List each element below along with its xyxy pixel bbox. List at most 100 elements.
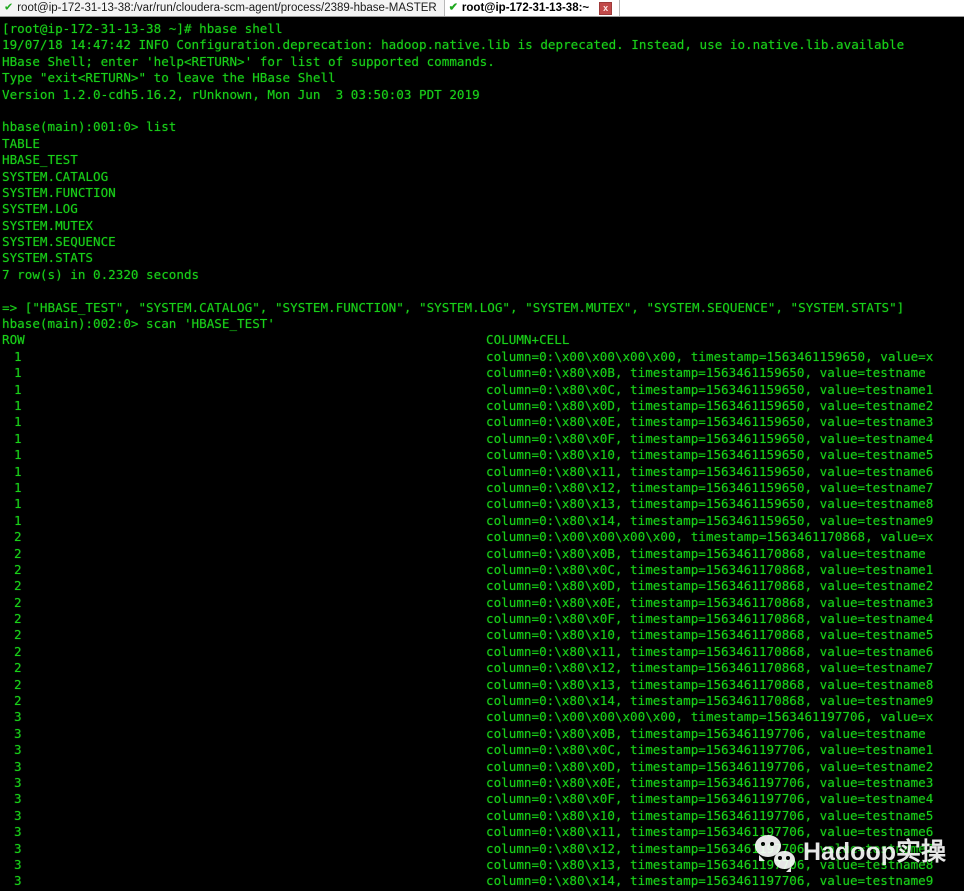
scan-result-row: 2 column=0:\x80\x10, timestamp=1563461170… [2, 627, 964, 643]
scan-result-row: 2 column=0:\x80\x0E, timestamp=1563461170… [2, 595, 964, 611]
terminal-tab-bar: ✔ root@ip-172-31-13-38:/var/run/cloudera… [0, 0, 964, 17]
terminal-line: SYSTEM.LOG [2, 201, 78, 217]
scan-row-key: 3 [14, 742, 22, 758]
scan-row-cell: column=0:\x80\x0D, timestamp=15634611977… [486, 758, 934, 774]
scan-row-cell: column=0:\x80\x12, timestamp=15634611708… [486, 660, 934, 676]
scan-row-key: 2 [14, 578, 22, 594]
scan-row-cell: column=0:\x80\x0C, timestamp=15634611596… [486, 381, 934, 397]
terminal-line: SYSTEM.CATALOG [2, 168, 109, 184]
scan-result-row: 3 column=0:\x00\x00\x00\x00, timestamp=15… [2, 709, 964, 725]
scan-row-cell: column=0:\x80\x14, timestamp=15634611596… [486, 512, 934, 528]
scan-row-key: 3 [14, 824, 22, 840]
scan-row-key: 2 [14, 627, 22, 643]
scan-row-cell: column=0:\x80\x0E, timestamp=15634611977… [486, 774, 934, 790]
scan-row-key: 3 [14, 856, 22, 872]
scan-result-row: 3 column=0:\x80\x0F, timestamp=1563461197… [2, 791, 964, 807]
terminal-line: hbase(main):002:0> scan 'HBASE_TEST' [2, 316, 275, 332]
scan-row-cell: column=0:\x80\x11, timestamp=15634611708… [486, 643, 934, 659]
scan-header-row-label: ROW [2, 332, 25, 348]
scan-row-key: 1 [14, 397, 22, 413]
scan-result-row: 2 column=0:\x80\x14, timestamp=1563461170… [2, 693, 964, 709]
scan-result-row: 1 column=0:\x00\x00\x00\x00, timestamp=15… [2, 349, 964, 365]
scan-row-key: 2 [14, 594, 22, 610]
terminal-line: [root@ip-172-31-13-38 ~]# hbase shell [2, 21, 283, 36]
scan-row-cell: column=0:\x80\x0F, timestamp=15634611977… [486, 791, 934, 807]
scan-row-cell: column=0:\x80\x0C, timestamp=15634611977… [486, 742, 934, 758]
scan-header-row: ROW COLUMN+CELL [2, 332, 964, 348]
scan-row-key: 1 [14, 447, 22, 463]
scan-result-row: 2 column=0:\x80\x11, timestamp=1563461170… [2, 644, 964, 660]
scan-row-cell: column=0:\x80\x13, timestamp=15634611977… [486, 856, 934, 872]
scan-row-key: 2 [14, 611, 22, 627]
scan-row-cell: column=0:\x80\x0B, timestamp=15634611708… [486, 545, 926, 561]
scan-result-block: 1 column=0:\x00\x00\x00\x00, timestamp=15… [2, 349, 964, 890]
tab-bar-empty-area [620, 0, 964, 16]
scan-row-key: 2 [14, 529, 22, 545]
scan-row-cell: column=0:\x80\x0D, timestamp=15634611708… [486, 578, 934, 594]
scan-result-row: 3 column=0:\x80\x0E, timestamp=1563461197… [2, 775, 964, 791]
scan-row-key: 3 [14, 758, 22, 774]
scan-row-cell: column=0:\x00\x00\x00\x00, timestamp=156… [486, 529, 934, 545]
terminal-line: hbase(main):001:0> list [2, 119, 177, 135]
scan-row-key: 2 [14, 643, 22, 659]
scan-row-key: 1 [14, 479, 22, 495]
scan-result-row: 3 column=0:\x80\x10, timestamp=1563461197… [2, 808, 964, 824]
scan-row-cell: column=0:\x80\x14, timestamp=15634611708… [486, 693, 934, 709]
scan-row-cell: column=0:\x80\x11, timestamp=15634611977… [486, 824, 934, 840]
scan-row-cell: column=0:\x80\x0E, timestamp=15634611708… [486, 594, 934, 610]
terminal-line: SYSTEM.FUNCTION [2, 184, 116, 200]
terminal-line: SYSTEM.STATS [2, 250, 93, 266]
scan-row-key: 2 [14, 693, 22, 709]
scan-result-row: 1 column=0:\x80\x11, timestamp=1563461159… [2, 464, 964, 480]
scan-row-key: 1 [14, 463, 22, 479]
scan-result-row: 1 column=0:\x80\x0B, timestamp=1563461159… [2, 365, 964, 381]
terminal-line: SYSTEM.SEQUENCE [2, 234, 116, 250]
shell-header-block: [root@ip-172-31-13-38 ~]# hbase shell 19/… [2, 21, 964, 332]
terminal-tab-title: root@ip-172-31-13-38:/var/run/cloudera-s… [17, 2, 437, 14]
scan-row-key: 3 [14, 807, 22, 823]
scan-result-row: 3 column=0:\x80\x0B, timestamp=1563461197… [2, 726, 964, 742]
scan-row-cell: column=0:\x80\x10, timestamp=15634611596… [486, 447, 934, 463]
scan-row-cell: column=0:\x80\x0F, timestamp=15634611708… [486, 611, 934, 627]
terminal-line: Type "exit<RETURN>" to leave the HBase S… [2, 70, 336, 86]
scan-row-cell: column=0:\x80\x10, timestamp=15634611977… [486, 807, 934, 823]
scan-result-row: 2 column=0:\x80\x0D, timestamp=1563461170… [2, 578, 964, 594]
scan-result-row: 2 column=0:\x80\x0F, timestamp=1563461170… [2, 611, 964, 627]
scan-row-cell: column=0:\x80\x12, timestamp=15634611977… [486, 840, 934, 856]
check-icon: ✔ [448, 1, 458, 13]
scan-row-key: 3 [14, 791, 22, 807]
scan-row-key: 3 [14, 725, 22, 741]
terminal-tab-active[interactable]: ✔ root@ip-172-31-13-38:~ x [444, 0, 621, 16]
close-icon[interactable]: x [599, 1, 613, 15]
scan-row-key: 1 [14, 365, 22, 381]
scan-result-row: 2 column=0:\x80\x0B, timestamp=1563461170… [2, 546, 964, 562]
scan-result-row: 1 column=0:\x80\x10, timestamp=1563461159… [2, 447, 964, 463]
scan-row-cell: column=0:\x80\x14, timestamp=15634611977… [486, 873, 934, 889]
scan-row-cell: column=0:\x80\x0D, timestamp=15634611596… [486, 397, 934, 413]
scan-result-row: 3 column=0:\x80\x11, timestamp=1563461197… [2, 824, 964, 840]
scan-result-row: 3 column=0:\x80\x12, timestamp=1563461197… [2, 841, 964, 857]
scan-row-key: 1 [14, 414, 22, 430]
scan-row-cell: column=0:\x80\x0B, timestamp=15634611596… [486, 365, 926, 381]
scan-result-row: 1 column=0:\x80\x0D, timestamp=1563461159… [2, 398, 964, 414]
scan-result-row: 1 column=0:\x80\x0C, timestamp=1563461159… [2, 382, 964, 398]
scan-row-cell: column=0:\x80\x0E, timestamp=15634611596… [486, 414, 934, 430]
terminal-output[interactable]: [root@ip-172-31-13-38 ~]# hbase shell 19/… [0, 17, 964, 891]
check-icon: ✔ [4, 1, 14, 13]
scan-result-row: 3 column=0:\x80\x13, timestamp=1563461197… [2, 857, 964, 873]
scan-row-key: 2 [14, 676, 22, 692]
terminal-line: TABLE [2, 135, 40, 151]
scan-row-cell: column=0:\x80\x0B, timestamp=15634611977… [486, 725, 926, 741]
terminal-line: 19/07/18 14:47:42 INFO Configuration.dep… [2, 37, 905, 53]
scan-row-key: 2 [14, 561, 22, 577]
scan-result-row: 3 column=0:\x80\x14, timestamp=1563461197… [2, 873, 964, 889]
scan-result-row: 2 column=0:\x80\x12, timestamp=1563461170… [2, 660, 964, 676]
scan-row-key: 3 [14, 709, 22, 725]
scan-row-cell: column=0:\x00\x00\x00\x00, timestamp=156… [486, 348, 934, 364]
terminal-tab-inactive[interactable]: ✔ root@ip-172-31-13-38:/var/run/cloudera… [0, 0, 445, 16]
scan-result-row: 2 column=0:\x80\x0C, timestamp=1563461170… [2, 562, 964, 578]
scan-result-row: 2 column=0:\x80\x13, timestamp=1563461170… [2, 677, 964, 693]
terminal-line: SYSTEM.MUTEX [2, 217, 93, 233]
scan-header-cell-label: COLUMN+CELL [486, 332, 570, 348]
